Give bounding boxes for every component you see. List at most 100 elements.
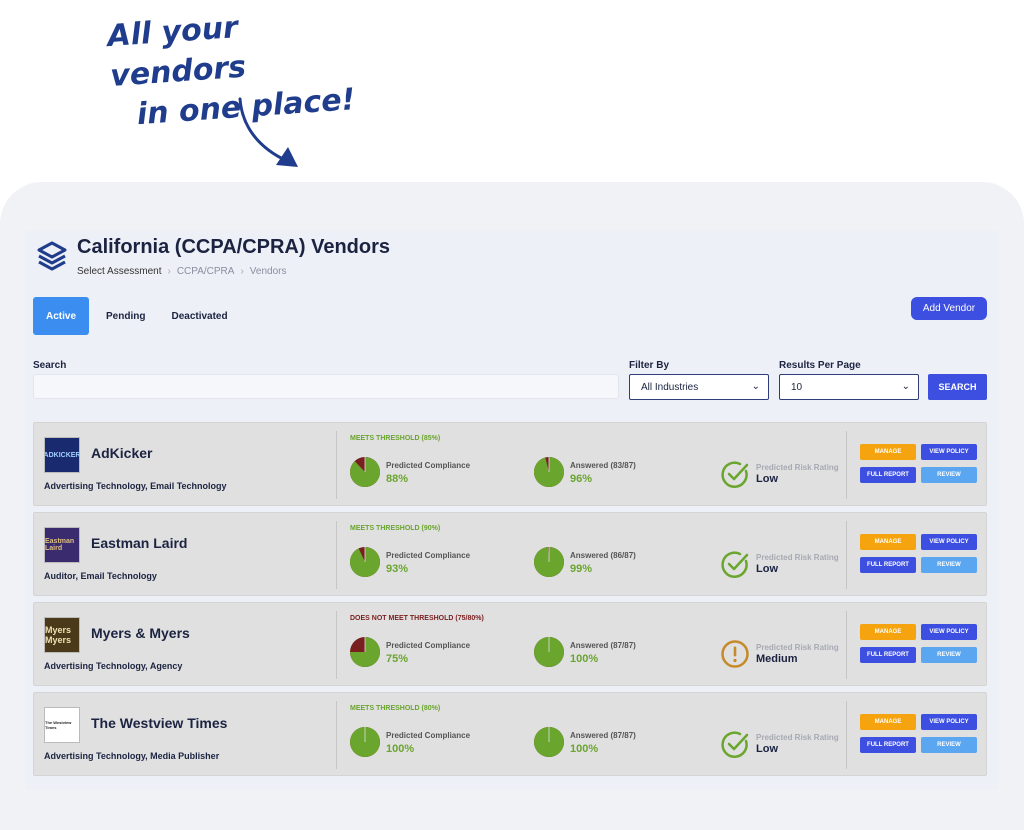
vendor-row: Myers Myers Myers & Myers Advertising Te… (33, 602, 987, 686)
compliance-label: Predicted Compliance (386, 641, 471, 650)
vendor-name[interactable]: Eastman Laird (91, 535, 187, 551)
compliance-value: 100% (386, 743, 415, 755)
answered-value: 96% (570, 473, 593, 485)
compliance-label: Predicted Compliance (386, 461, 471, 470)
divider (336, 611, 337, 679)
results-per-page-label: Results Per Page (779, 360, 861, 371)
risk-label: Predicted Risk Rating (756, 553, 839, 562)
compliance-label: Predicted Compliance (386, 731, 471, 740)
vendor-categories: Advertising Technology, Media Publisher (44, 751, 220, 761)
breadcrumb-item-select-assessment[interactable]: Select Assessment (77, 266, 161, 277)
compliance-value: 88% (386, 473, 409, 485)
vendor-logo-text: The Westview Times (45, 720, 72, 730)
vendor-name[interactable]: AdKicker (91, 445, 152, 461)
answered-value: 100% (570, 653, 599, 665)
divider (846, 611, 847, 679)
compliance-pie-chart (350, 457, 380, 487)
divider (846, 431, 847, 499)
breadcrumb: Select Assessment › CCPA/CPRA › Vendors (77, 266, 286, 277)
answered-label: Answered (87/87) (570, 641, 636, 650)
status-tabs: Active Pending Deactivated (33, 297, 241, 335)
tab-deactivated[interactable]: Deactivated (158, 297, 240, 335)
compliance-pie-chart (350, 547, 380, 577)
review-button[interactable]: REVIEW (921, 467, 977, 483)
breadcrumb-item-ccpa[interactable]: CCPA/CPRA (177, 266, 235, 277)
risk-label: Predicted Risk Rating (756, 643, 839, 652)
answered-pie-chart (534, 637, 564, 667)
tab-pending[interactable]: Pending (93, 297, 158, 335)
check-circle-icon (721, 731, 749, 758)
vendor-row: The Westview Times The Westview Times Ad… (33, 692, 987, 776)
full-report-button[interactable]: FULL REPORT (860, 737, 916, 753)
answered-pie-chart (534, 547, 564, 577)
check-circle-icon (721, 551, 749, 578)
answered-value: 100% (570, 743, 599, 755)
layers-icon (37, 241, 67, 271)
vendor-categories: Auditor, Email Technology (44, 571, 157, 581)
risk-value: Low (756, 563, 778, 575)
search-input[interactable] (33, 374, 619, 399)
industry-select-value: All Industries (641, 381, 699, 393)
chevron-down-icon: ⌄ (751, 381, 760, 392)
compliance-value: 75% (386, 653, 409, 665)
vendor-logo-text: ADKICKER (44, 451, 80, 459)
divider (336, 521, 337, 589)
vendor-logo-text: Eastman Laird (45, 538, 75, 552)
manage-button[interactable]: MANAGE (860, 444, 916, 460)
chevron-right-icon: › (240, 266, 244, 277)
review-button[interactable]: REVIEW (921, 557, 977, 573)
full-report-button[interactable]: FULL REPORT (860, 557, 916, 573)
breadcrumb-item-vendors: Vendors (249, 266, 287, 277)
full-report-button[interactable]: FULL REPORT (860, 647, 916, 663)
search-button[interactable]: SEARCH (928, 374, 987, 400)
answered-pie-chart (534, 727, 564, 757)
divider (336, 701, 337, 769)
threshold-status: MEETS THRESHOLD (80%) (350, 705, 441, 712)
check-circle-icon (721, 461, 749, 488)
review-button[interactable]: REVIEW (921, 647, 977, 663)
view-policy-button[interactable]: VIEW POLICY (921, 624, 977, 640)
results-per-page-select[interactable]: 10 ⌄ (779, 374, 919, 400)
divider (846, 521, 847, 589)
risk-label: Predicted Risk Rating (756, 733, 839, 742)
risk-value: Medium (756, 653, 798, 665)
add-vendor-button[interactable]: Add Vendor (911, 297, 987, 320)
divider (336, 431, 337, 499)
vendor-logo: ADKICKER (44, 437, 80, 473)
threshold-status: DOES NOT MEET THRESHOLD (75/80%) (350, 615, 484, 622)
review-button[interactable]: REVIEW (921, 737, 977, 753)
curved-arrow-icon (238, 97, 298, 167)
chevron-down-icon: ⌄ (901, 381, 910, 392)
risk-label: Predicted Risk Rating (756, 463, 839, 472)
answered-pie-chart (534, 457, 564, 487)
vendor-row: ADKICKER AdKicker Advertising Technology… (33, 422, 987, 506)
vendor-logo: Eastman Laird (44, 527, 80, 563)
filter-by-label: Filter By (629, 360, 670, 371)
answered-label: Answered (87/87) (570, 731, 636, 740)
compliance-pie-chart (350, 637, 380, 667)
exclamation-circle-icon (721, 640, 749, 668)
threshold-status: MEETS THRESHOLD (90%) (350, 525, 441, 532)
tab-active[interactable]: Active (33, 297, 90, 335)
answered-label: Answered (86/87) (570, 551, 636, 560)
full-report-button[interactable]: FULL REPORT (860, 467, 916, 483)
vendor-logo: The Westview Times (44, 707, 80, 743)
manage-button[interactable]: MANAGE (860, 534, 916, 550)
view-policy-button[interactable]: VIEW POLICY (921, 444, 977, 460)
compliance-label: Predicted Compliance (386, 551, 471, 560)
chevron-right-icon: › (167, 266, 171, 277)
vendor-name[interactable]: Myers & Myers (91, 625, 190, 641)
page-title: California (CCPA/CPRA) Vendors (77, 236, 390, 258)
answered-value: 99% (570, 563, 593, 575)
view-policy-button[interactable]: VIEW POLICY (921, 534, 977, 550)
view-policy-button[interactable]: VIEW POLICY (921, 714, 977, 730)
vendor-categories: Advertising Technology, Email Technology (44, 481, 227, 491)
manage-button[interactable]: MANAGE (860, 714, 916, 730)
vendor-logo: Myers Myers (44, 617, 80, 653)
industry-select[interactable]: All Industries ⌄ (629, 374, 769, 400)
threshold-status: MEETS THRESHOLD (85%) (350, 435, 441, 442)
vendor-name[interactable]: The Westview Times (91, 715, 227, 731)
vendor-logo-text: Myers Myers (45, 625, 72, 645)
risk-value: Low (756, 473, 778, 485)
manage-button[interactable]: MANAGE (860, 624, 916, 640)
